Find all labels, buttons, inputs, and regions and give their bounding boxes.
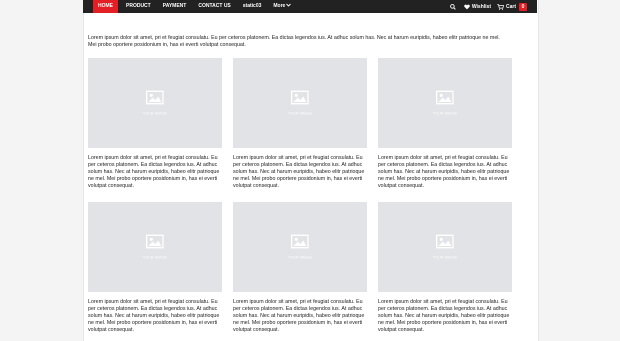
card-description: Lorem ipsum dolor sit amet, pri et feugi…	[233, 299, 365, 333]
image-icon	[436, 90, 454, 110]
image-placeholder: YOUR IMAGE	[378, 58, 512, 148]
cart-icon	[497, 3, 506, 10]
card-description: Lorem ipsum dolor sit amet, pri et feugi…	[88, 155, 220, 189]
nav-label: HOME	[98, 3, 113, 9]
nav-label: PAYMENT	[162, 3, 187, 9]
image-placeholder-label: YOUR IMAGE	[142, 111, 168, 116]
placeholder-graphic: YOUR IMAGE	[287, 90, 313, 116]
content-card: YOUR IMAGE Lorem ipsum dolor sit amet, p…	[378, 202, 512, 334]
card-description: Lorem ipsum dolor sit amet, pri et feugi…	[233, 155, 365, 189]
image-icon	[436, 234, 454, 254]
nav-item-home[interactable]: HOME	[93, 0, 118, 13]
placeholder-graphic: YOUR IMAGE	[287, 234, 313, 260]
nav-item-payment[interactable]: PAYMENT	[159, 0, 191, 13]
image-icon	[291, 90, 309, 110]
content-card: YOUR IMAGE Lorem ipsum dolor sit amet, p…	[378, 58, 512, 190]
image-placeholder-label: YOUR IMAGE	[432, 111, 458, 116]
image-placeholder: YOUR IMAGE	[233, 202, 367, 292]
card-description: Lorem ipsum dolor sit amet, pri et feugi…	[378, 299, 510, 333]
main-menu: HOME PRODUCT PAYMENT CONTACT US static03…	[93, 0, 299, 13]
card-description: Lorem ipsum dolor sit amet, pri et feugi…	[88, 299, 220, 333]
content-card: YOUR IMAGE Lorem ipsum dolor sit amet, p…	[233, 58, 367, 190]
content-card: YOUR IMAGE Lorem ipsum dolor sit amet, p…	[233, 202, 367, 334]
image-placeholder: YOUR IMAGE	[88, 202, 222, 292]
image-icon	[146, 90, 164, 110]
wishlist-label: Wishlist	[471, 3, 491, 10]
content-card: YOUR IMAGE Lorem ipsum dolor sit amet, p…	[88, 202, 222, 334]
placeholder-graphic: YOUR IMAGE	[432, 234, 458, 260]
placeholder-graphic: YOUR IMAGE	[432, 90, 458, 116]
image-placeholder-label: YOUR IMAGE	[287, 111, 313, 116]
nav-item-static03[interactable]: static03	[239, 0, 266, 13]
nav-item-product[interactable]: PRODUCT	[122, 0, 155, 13]
image-placeholder-label: YOUR IMAGE	[142, 255, 168, 260]
heart-icon	[464, 4, 472, 10]
image-placeholder-label: YOUR IMAGE	[287, 255, 313, 260]
nav-item-more[interactable]: More	[269, 0, 295, 13]
placeholder-graphic: YOUR IMAGE	[142, 234, 168, 260]
image-icon	[146, 234, 164, 254]
nav-label: CONTACT US	[198, 3, 231, 9]
nav-actions: Wishlist Cart 0	[444, 0, 527, 13]
image-placeholder: YOUR IMAGE	[378, 202, 512, 292]
search-button[interactable]	[450, 3, 458, 10]
cart-label: Cart	[505, 3, 516, 10]
card-description: Lorem ipsum dolor sit amet, pri et feugi…	[378, 155, 510, 189]
cart-link[interactable]: Cart 0	[497, 2, 527, 11]
intro-paragraph: Lorem ipsum dolor sit amet, pri et feugi…	[88, 35, 500, 48]
nav-label: More	[273, 3, 286, 9]
nav-label: static03	[242, 3, 262, 9]
image-icon	[291, 234, 309, 254]
image-placeholder-label: YOUR IMAGE	[432, 255, 458, 260]
chevron-down-icon	[286, 0, 292, 13]
content-card: YOUR IMAGE Lorem ipsum dolor sit amet, p…	[88, 58, 222, 190]
cart-count-badge: 0	[519, 2, 527, 11]
image-placeholder: YOUR IMAGE	[233, 58, 367, 148]
wishlist-link[interactable]: Wishlist	[464, 4, 491, 10]
nav-item-contact-us[interactable]: CONTACT US	[194, 0, 234, 13]
placeholder-graphic: YOUR IMAGE	[142, 90, 168, 116]
image-placeholder: YOUR IMAGE	[88, 58, 222, 148]
search-icon	[450, 3, 458, 10]
top-navbar: HOME PRODUCT PAYMENT CONTACT US static03…	[83, 0, 537, 13]
nav-label: PRODUCT	[126, 3, 151, 9]
